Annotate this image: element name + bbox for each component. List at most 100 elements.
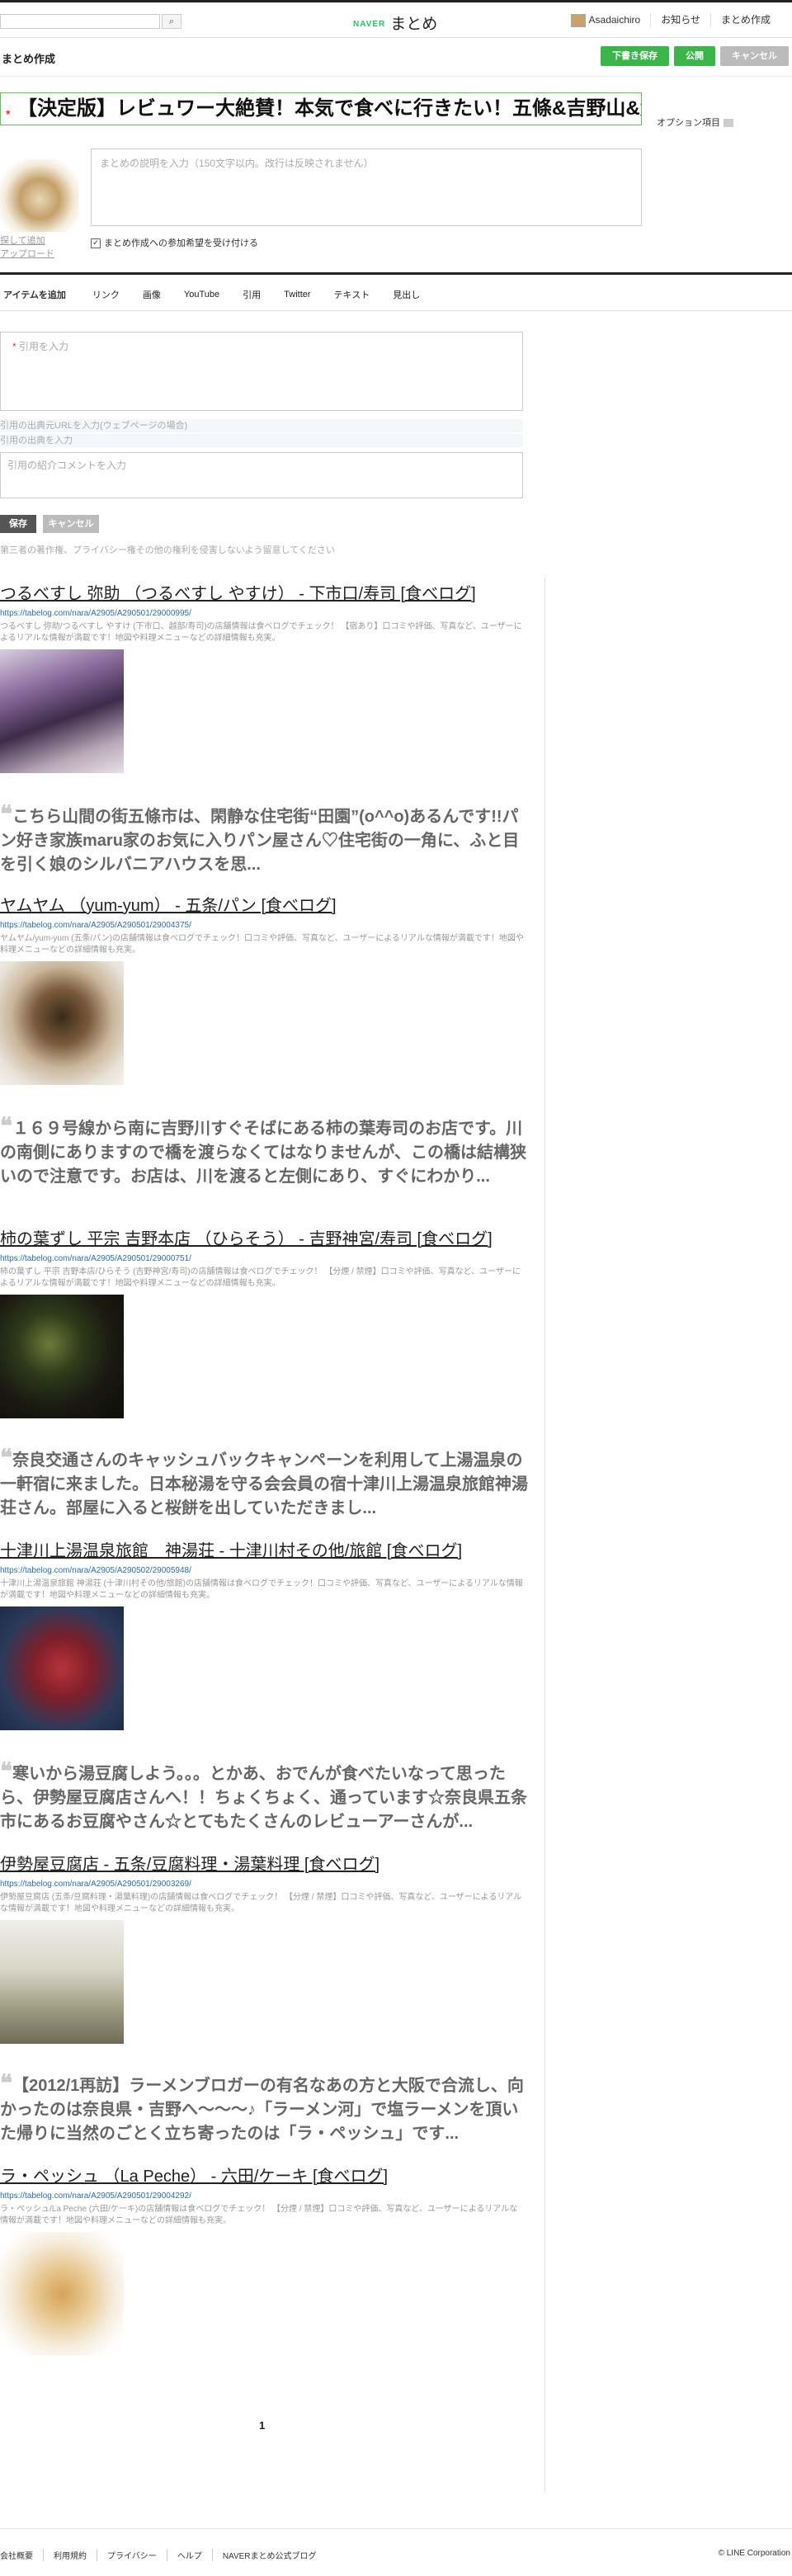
site-logo[interactable]: NAVER まとめ — [353, 12, 437, 34]
link-item-image — [0, 1606, 124, 1730]
cancel-button[interactable]: キャンセル — [720, 46, 789, 66]
quote-item: ❝寒いから湯豆腐しよう。。。とかあ、おでんが食べたいなって思ったら、伊勢屋豆腐店… — [0, 1759, 528, 1834]
tab-twitter[interactable]: Twitter — [272, 290, 322, 300]
link-item: 十津川上湯温泉旅館 神湯荘 - 十津川村その他/旅館 [食べログ] https:… — [0, 1541, 528, 1730]
user-menu[interactable]: Asadaichiro — [561, 13, 651, 27]
tab-link[interactable]: リンク — [81, 288, 131, 301]
link-item-title[interactable]: つるべすし 弥助 （つるべすし やすけ） - 下市口/寿司 [食べログ] — [0, 584, 528, 604]
title-input[interactable]: * 【決定版】レビュワー大絶賛！本気で食べに行きたい！五條&吉野山&大 — [0, 92, 642, 125]
footer-link-blog[interactable]: NAVERまとめ公式ブログ — [211, 2549, 327, 2561]
search-add-link[interactable]: 探して追加 — [0, 234, 54, 248]
editor-bar: まとめ作成 下書き保存 公開 キャンセル — [0, 38, 792, 77]
copyright-notice: 第三者の著作権、プライバシー権その他の権利を侵害しないよう留意してください — [0, 545, 335, 555]
quote-mark-icon: ❝ — [0, 1112, 13, 1139]
publish-button[interactable]: 公開 — [674, 46, 715, 66]
link-item-url[interactable]: https://tabelog.com/nara/A2905/A290502/2… — [0, 1566, 528, 1575]
link-item-url[interactable]: https://tabelog.com/nara/A2905/A290501/2… — [0, 1880, 528, 1889]
link-item-desc: 十津川上湯温泉旅館 神湯荘 (十津川村その他/旅館)の店舗情報は食べログでチェッ… — [0, 1579, 523, 1600]
quote-item: ❝奈良交通さんのキャッシュバックキャンペーンを利用して上湯温泉の一軒宿に来ました… — [0, 1446, 528, 1521]
link-item-desc: 柿の葉ずし 平宗 吉野本店/ひらそう (吉野神宮/寿司)の店舗情報は食べログでチ… — [0, 1267, 521, 1288]
link-item-title[interactable]: 伊勢屋豆腐店 - 五条/豆腐料理・湯葉料理 [食べログ] — [0, 1855, 528, 1875]
tab-text[interactable]: テキスト — [323, 288, 382, 301]
quote-item: ❝こちら山間の街五條市は、閑静な住宅街“田園”(o^^o)あるんです!!パン好き… — [0, 802, 528, 877]
link-item-title[interactable]: ラ・ペッシュ （La Peche） - 六田/ケーキ [食べログ] — [0, 2167, 528, 2187]
source-input[interactable]: 引用の出典を入力 — [0, 434, 523, 447]
quote-comment-textarea[interactable]: 引用の紹介コメントを入力 — [0, 452, 523, 498]
quote-text: 【2012/1再訪】ラーメンブロガーの有名なあの方と大阪で合流し、向かったのは奈… — [0, 2077, 524, 2143]
user-name: Asadaichiro — [588, 14, 641, 26]
tab-quote[interactable]: 引用 — [231, 288, 272, 301]
quote-cancel-button[interactable]: キャンセル — [43, 515, 99, 533]
participation-label: まとめ作成への参加希望を受け付ける — [104, 238, 258, 248]
logo-brand: NAVER — [353, 20, 386, 30]
column-divider — [544, 578, 545, 2492]
quote-text: 寒いから湯豆腐しよう。。。とかあ、おでんが食べたいなって思ったら、伊勢屋豆腐店さ… — [0, 1765, 527, 1831]
global-header: ⌕ NAVER まとめ Asadaichiro お知らせ まとめ作成 — [0, 0, 792, 38]
link-item-url[interactable]: https://tabelog.com/nara/A2905/A290501/2… — [0, 1254, 528, 1263]
link-item-url[interactable]: https://tabelog.com/nara/A2905/A290501/2… — [0, 2191, 528, 2201]
upload-link[interactable]: アップロード — [0, 248, 54, 261]
quote-mark-icon: ❝ — [0, 1757, 13, 1785]
tab-youtube[interactable]: YouTube — [172, 290, 231, 300]
header-menu: Asadaichiro お知らせ まとめ作成 — [561, 13, 780, 27]
cover-thumbnail[interactable] — [0, 159, 79, 232]
footer: 会社概要 利用規約 プライバシー ヘルプ NAVERまとめ公式ブログ © LIN… — [0, 2528, 792, 2576]
option-items-label: オプション項目 — [657, 118, 720, 128]
tab-heading[interactable]: 見出し — [381, 288, 431, 301]
footer-link-help[interactable]: ヘルプ — [166, 2549, 212, 2561]
footer-link-company[interactable]: 会社概要 — [0, 2549, 43, 2561]
link-item-title[interactable]: ヤムヤム （yum-yum） - 五条/パン [食べログ] — [0, 896, 528, 916]
link-item: ヤムヤム （yum-yum） - 五条/パン [食べログ] https://ta… — [0, 896, 528, 1085]
participation-checkbox[interactable]: ✓ — [91, 238, 101, 249]
quote-item: ❝１６９号線から南に吉野川すぐそばにある柿の葉寿司のお店です。川の南側にあります… — [0, 1114, 528, 1189]
logo-text: まとめ — [390, 16, 438, 33]
quote-textarea[interactable]: * 引用を入力 — [0, 332, 523, 411]
quote-text: １６９号線から南に吉野川すぐそばにある柿の葉寿司のお店です。川の南側にありますの… — [0, 1120, 526, 1186]
link-item-image — [0, 2232, 124, 2356]
link-item-url[interactable]: https://tabelog.com/nara/A2905/A290501/2… — [0, 609, 528, 618]
link-item-desc: ヤムヤム/yum-yum (五条/パン)の店舗情報は食べログでチェック！口コミや… — [0, 934, 524, 955]
link-item-image — [0, 1920, 124, 2044]
option-toggle-icon — [724, 119, 733, 128]
source-url-input[interactable]: 引用の出典元URLを入力(ウェブページの場合) — [0, 419, 523, 432]
thumbnail-links: 探して追加 アップロード — [0, 234, 54, 261]
footer-link-terms[interactable]: 利用規約 — [43, 2549, 97, 2561]
save-draft-button[interactable]: 下書き保存 — [601, 46, 669, 66]
quote-text: 奈良交通さんのキャッシュバックキャンペーンを利用して上湯温泉の一軒宿に来ました。… — [0, 1451, 528, 1517]
create-link[interactable]: まとめ作成 — [710, 13, 780, 27]
quote-mark-icon: ❝ — [0, 800, 13, 828]
quote-required-mark: * — [12, 341, 16, 352]
quote-mark-icon: ❝ — [0, 1444, 13, 1471]
link-item: 柿の葉ずし 平宗 吉野本店 （ひらそう） - 吉野神宮/寿司 [食べログ] ht… — [0, 1229, 528, 1418]
add-item-label: アイテムを追加 — [3, 290, 66, 300]
link-item: つるべすし 弥助 （つるべすし やすけ） - 下市口/寿司 [食べログ] htt… — [0, 584, 528, 773]
link-item-title[interactable]: 柿の葉ずし 平宗 吉野本店 （ひらそう） - 吉野神宮/寿司 [食べログ] — [0, 1229, 528, 1249]
notifications-link[interactable]: お知らせ — [650, 13, 710, 27]
participation-checkbox-row[interactable]: ✓ まとめ作成への参加希望を受け付ける — [91, 236, 258, 249]
quote-mark-icon: ❝ — [0, 2069, 13, 2097]
search-input[interactable] — [0, 14, 160, 29]
editor-actions: 下書き保存 公開 キャンセル — [601, 46, 789, 66]
tab-image[interactable]: 画像 — [131, 288, 172, 301]
search-icon[interactable]: ⌕ — [162, 14, 182, 29]
quote-text: こちら山間の街五條市は、閑静な住宅街“田園”(o^^o)あるんです!!パン好き家… — [0, 808, 520, 874]
link-item: 伊勢屋豆腐店 - 五条/豆腐料理・湯葉料理 [食べログ] https://tab… — [0, 1855, 528, 2044]
link-item-image — [0, 649, 124, 773]
link-item-desc: 伊勢屋豆腐店 (五条/豆腐料理・湯葉料理)の店舗情報は食べログでチェック！ 【分… — [0, 1893, 522, 1913]
link-item-title[interactable]: 十津川上湯温泉旅館 神湯荘 - 十津川村その他/旅館 [食べログ] — [0, 1541, 528, 1561]
quote-save-button[interactable]: 保存 — [0, 515, 36, 533]
required-mark: * — [6, 107, 11, 120]
link-item-image — [0, 961, 124, 1085]
avatar — [570, 13, 586, 27]
quote-item: ❝【2012/1再訪】ラーメンブロガーの有名なあの方と大阪で合流し、向かったのは… — [0, 2071, 528, 2146]
footer-links: 会社概要 利用規約 プライバシー ヘルプ NAVERまとめ公式ブログ — [0, 2549, 327, 2561]
item-type-tabs: アイテムを追加 リンク 画像 YouTube 引用 Twitter テキスト 見… — [0, 279, 792, 311]
pagination-current[interactable]: 1 — [259, 2419, 265, 2432]
description-textarea[interactable]: まとめの説明を入力（150文字以内。改行は反映されません） — [91, 149, 642, 226]
link-item-url[interactable]: https://tabelog.com/nara/A2905/A290501/2… — [0, 921, 528, 930]
link-item: ラ・ペッシュ （La Peche） - 六田/ケーキ [食べログ] https:… — [0, 2167, 528, 2356]
footer-link-privacy[interactable]: プライバシー — [97, 2549, 167, 2561]
option-items-link[interactable]: オプション項目 — [657, 116, 733, 129]
quote-placeholder: 引用を入力 — [19, 341, 69, 352]
page-title: まとめ作成 — [2, 53, 56, 65]
